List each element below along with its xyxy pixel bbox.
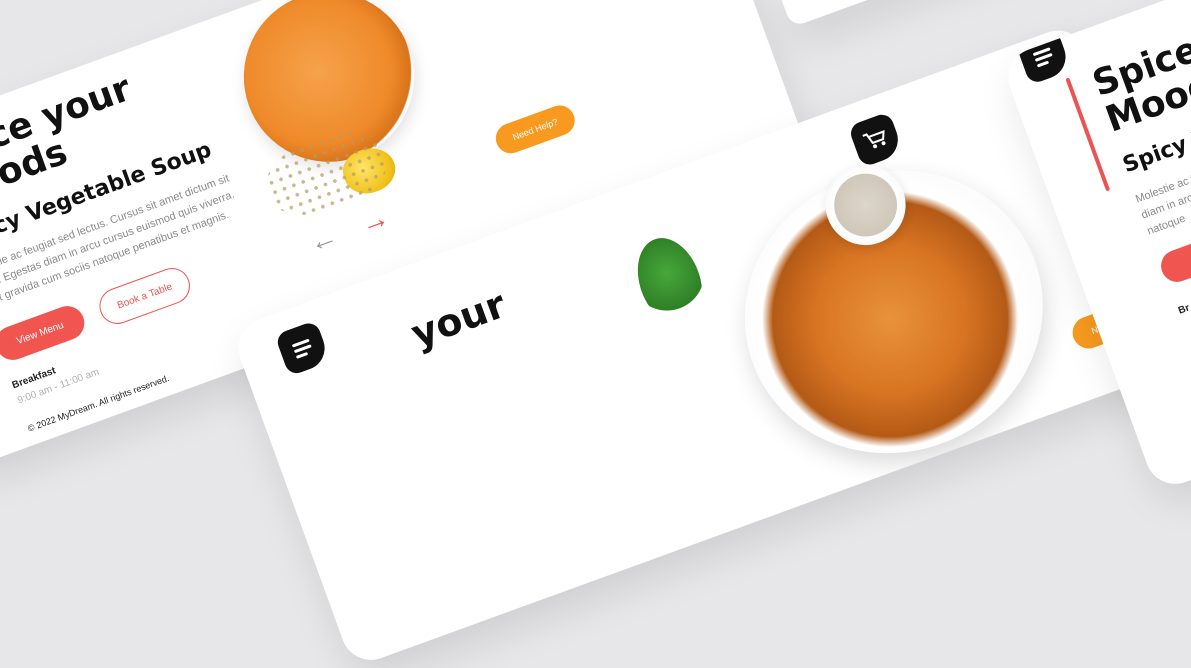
need-help-button[interactable]: Need Help? <box>491 101 579 158</box>
right-view-menu-button[interactable] <box>1156 228 1191 287</box>
center-headline-fragment: your <box>405 282 512 357</box>
menu-icon[interactable] <box>274 320 331 377</box>
arrow-right-icon[interactable]: → <box>356 201 393 241</box>
herb-leaf <box>626 229 714 335</box>
arrow-left-icon[interactable]: ← <box>305 220 342 260</box>
book-table-button[interactable]: Book a Table <box>94 263 196 329</box>
cart-icon[interactable] <box>847 111 905 168</box>
meal-hours: 9:00 am - 11:00 am <box>16 366 101 407</box>
top-mockup-strip <box>778 0 1037 28</box>
right-meal-fragment: Br <box>1176 302 1191 317</box>
copyright: © 2022 MyDream. All rights reserved. <box>26 373 171 434</box>
view-menu-button[interactable]: View Menu <box>0 301 90 365</box>
